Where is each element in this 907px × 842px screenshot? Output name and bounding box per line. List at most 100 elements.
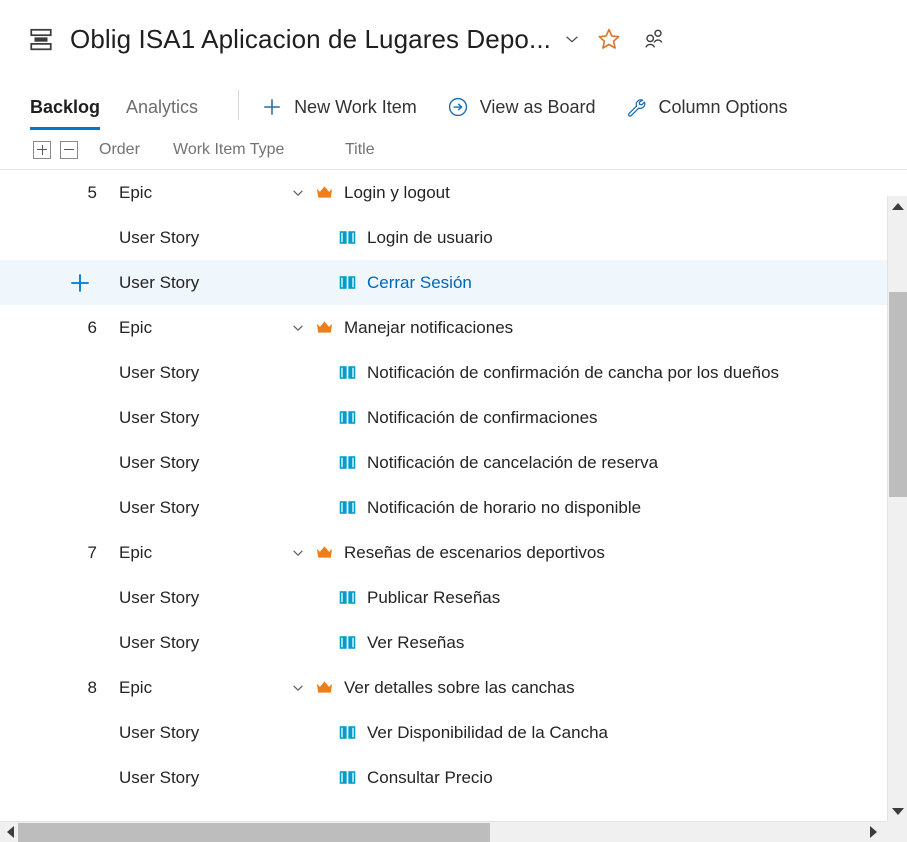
horizontal-scrollbar[interactable] [0,821,907,842]
column-header-work-item-type[interactable]: Work Item Type [173,141,345,159]
table-row[interactable]: User Story Notificación de confirmación d… [0,350,907,395]
row-work-item-type: User Story [119,362,200,382]
table-row[interactable]: User Story Notificación de horario no dis… [0,485,907,530]
user-story-book-icon [339,726,356,739]
horizontal-scrollbar-thumb[interactable] [18,823,490,842]
table-row[interactable]: 7 Epic Reseñas de escenarios deportivos [0,530,907,575]
chevron-down-icon[interactable] [563,30,581,48]
table-row[interactable]: User Story Cerrar Sesión [0,260,907,305]
team-members-icon[interactable] [641,27,665,51]
command-bar: Backlog Analytics New Work Item View as … [0,78,907,130]
star-outline-icon[interactable] [597,27,621,51]
row-work-item-type: Epic [119,182,153,202]
expand-all-icon[interactable] [33,140,51,159]
user-story-book-icon [339,456,356,469]
row-title-cell[interactable]: Login y logout [291,183,907,203]
row-work-item-type: User Story [119,227,200,247]
column-header-title[interactable]: Title [345,141,907,159]
row-title-text: Reseñas de escenarios deportivos [344,542,605,562]
collapse-all-icon[interactable] [60,140,78,159]
user-story-book-icon [339,591,356,604]
user-story-book-icon [339,366,356,379]
row-title-cell[interactable]: Ver detalles sobre las canchas [291,678,907,698]
wrench-icon [628,99,646,117]
row-work-item-type: Epic [119,677,153,697]
row-work-item-type: Epic [119,317,153,337]
chevron-down-icon[interactable] [291,546,305,560]
row-title-text: Cerrar Sesión [367,272,472,292]
page-header: Oblig ISA1 Aplicacion de Lugares Depo... [0,0,907,78]
new-work-item-label: New Work Item [294,96,417,117]
command-bar-divider [238,90,240,120]
row-work-item-type: User Story [119,272,200,292]
row-work-item-type: User Story [119,407,200,427]
table-row[interactable]: User Story Ver Reseñas [0,620,907,665]
page-title: Oblig ISA1 Aplicacion de Lugares Depo... [70,23,551,54]
user-story-book-icon [339,771,356,784]
vertical-scrollbar-thumb[interactable] [889,292,907,497]
row-title-cell[interactable]: Login de usuario [291,228,907,248]
user-story-book-icon [339,501,356,514]
tab-backlog[interactable]: Backlog [30,97,101,130]
row-title-cell[interactable]: Publicar Reseñas [291,588,907,608]
new-work-item-button[interactable]: New Work Item [261,96,417,130]
row-title-cell[interactable]: Notificación de confirmación de cancha p… [291,363,907,383]
column-header-order[interactable]: Order [87,141,173,159]
vertical-scrollbar[interactable] [887,196,907,821]
row-title-cell[interactable]: Manejar notificaciones [291,318,907,338]
column-options-button[interactable]: Column Options [625,96,788,130]
row-title-text: Ver Disponibilidad de la Cancha [367,722,608,742]
plus-icon [264,99,280,115]
table-row[interactable]: User Story Login de usuario [0,215,907,260]
row-work-item-type: Epic [119,542,153,562]
row-order-value: 7 [87,542,97,562]
tab-analytics-label: Analytics [126,97,199,117]
row-title-cell[interactable]: Notificación de confirmaciones [291,408,907,428]
table-row[interactable]: 8 Epic Ver detalles sobre las canchas [0,665,907,710]
backlog-levels-icon [30,28,52,51]
row-title-text: Notificación de cancelación de reserva [367,452,659,472]
scroll-right-arrow-icon[interactable] [865,822,881,842]
user-story-book-icon [339,276,356,289]
row-title-text: Login de usuario [367,227,493,247]
row-title-text: Publicar Reseñas [367,587,501,607]
row-title-text: Notificación de horario no disponible [367,497,642,517]
row-title-cell[interactable]: Reseñas de escenarios deportivos [291,543,907,563]
row-work-item-type: User Story [119,632,200,652]
table-row[interactable]: User Story Ver Disponibilidad de la Canch… [0,710,907,755]
scroll-left-arrow-icon[interactable] [2,822,18,842]
user-story-book-icon [339,636,356,649]
row-title-cell[interactable]: Ver Disponibilidad de la Cancha [291,723,907,743]
chevron-down-icon[interactable] [291,186,305,200]
table-row[interactable]: User Story Consultar Precio [0,755,907,792]
row-title-cell[interactable]: Consultar Precio [291,768,907,788]
tab-backlog-label: Backlog [30,97,101,117]
table-row[interactable]: User Story Notificación de confirmaciones [0,395,907,440]
row-title-cell[interactable]: Notificación de horario no disponible [291,498,907,518]
row-title-cell[interactable]: Cerrar Sesión [291,273,907,293]
scrollbar-corner [886,821,907,842]
table-row[interactable]: 5 Epic Login y logout [0,170,907,215]
chevron-down-icon[interactable] [291,681,305,695]
row-title-text: Manejar notificaciones [344,317,514,337]
scroll-up-arrow-icon[interactable] [888,196,907,216]
view-as-board-label: View as Board [479,96,596,117]
row-title-cell[interactable]: Ver Reseñas [291,633,907,653]
table-row[interactable]: 6 Epic Manejar notificaciones [0,305,907,350]
user-story-book-icon [339,231,356,244]
row-work-item-type: User Story [119,452,200,472]
table-row[interactable]: User Story Notificación de cancelación de… [0,440,907,485]
view-as-board-button[interactable]: View as Board [447,96,596,130]
backlog-page: Oblig ISA1 Aplicacion de Lugares Depo...… [0,0,907,842]
tab-analytics[interactable]: Analytics [126,97,198,130]
row-title-cell[interactable]: Notificación de cancelación de reserva [291,453,907,473]
add-item-button[interactable] [33,270,119,296]
table-row[interactable]: User Story Publicar Reseñas [0,575,907,620]
row-title-text: Login y logout [344,182,450,202]
chevron-down-icon[interactable] [291,321,305,335]
add-item-plus-icon[interactable] [67,270,93,296]
scroll-down-arrow-icon[interactable] [888,801,907,821]
row-title-text: Ver detalles sobre las canchas [344,677,575,697]
row-work-item-type: User Story [119,497,200,517]
epic-crown-icon [316,186,333,198]
